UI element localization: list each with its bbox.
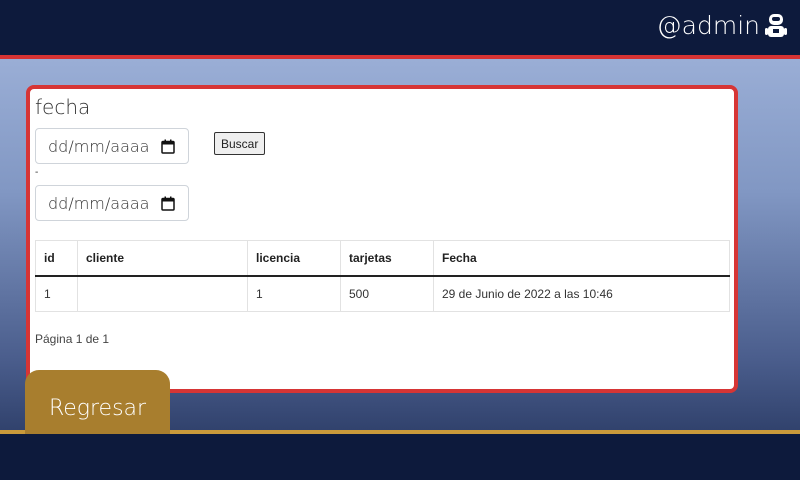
column-header-cliente: cliente bbox=[77, 240, 248, 277]
column-header-licencia: licencia bbox=[247, 240, 341, 277]
results-table: id cliente licencia tarjetas Fecha 1 1 5… bbox=[35, 240, 730, 312]
column-header-tarjetas: tarjetas bbox=[340, 240, 434, 277]
cell-fecha: 29 de Junio de 2022 a las 10:46 bbox=[433, 275, 730, 312]
column-header-fecha: Fecha bbox=[433, 240, 730, 277]
date-to-placeholder: dd/mm/aaaa bbox=[48, 193, 150, 213]
date-from-input[interactable]: dd/mm/aaaa bbox=[35, 128, 189, 164]
cell-tarjetas: 500 bbox=[340, 275, 434, 312]
username-label: @admin bbox=[656, 11, 760, 40]
table-row: 1 1 500 29 de Junio de 2022 a las 10:46 bbox=[35, 275, 730, 312]
cell-licencia: 1 bbox=[247, 275, 341, 312]
user-menu[interactable]: @admin bbox=[657, 11, 788, 40]
top-navbar: @admin bbox=[0, 0, 800, 59]
calendar-icon[interactable] bbox=[161, 139, 175, 154]
search-button[interactable]: Buscar bbox=[214, 132, 266, 155]
date-from-placeholder: dd/mm/aaaa bbox=[48, 136, 150, 156]
robot-user-icon bbox=[765, 13, 787, 37]
footer-bar bbox=[0, 430, 800, 480]
column-header-id: id bbox=[35, 240, 78, 277]
date-to-input[interactable]: dd/mm/aaaa bbox=[35, 185, 189, 221]
filter-title: fecha bbox=[35, 95, 91, 119]
table-header-row: id cliente licencia tarjetas Fecha bbox=[35, 240, 730, 277]
pagination-info: Página 1 de 1 bbox=[35, 332, 110, 346]
report-card: fecha dd/mm/aaaa Buscar - dd/mm/aaaa id … bbox=[26, 85, 738, 393]
calendar-icon[interactable] bbox=[161, 196, 175, 211]
back-button[interactable]: Regresar bbox=[25, 370, 170, 434]
date-range-separator: - bbox=[35, 167, 39, 178]
cell-cliente bbox=[77, 275, 248, 312]
cell-id: 1 bbox=[35, 275, 78, 312]
